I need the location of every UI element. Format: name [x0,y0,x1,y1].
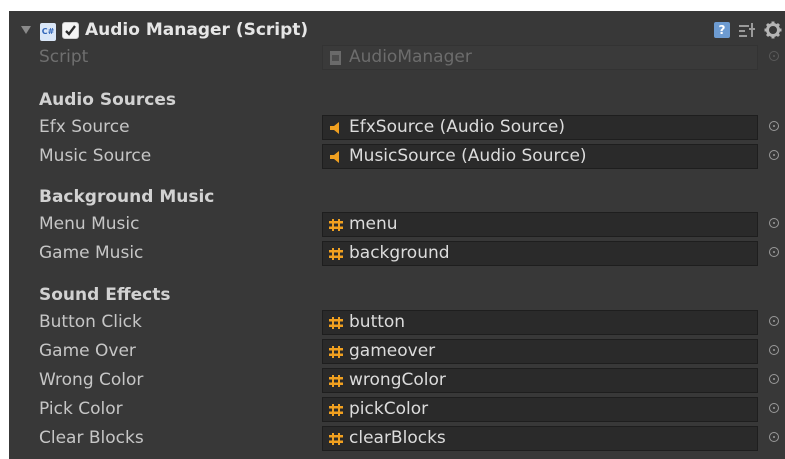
component-enabled-checkbox[interactable] [62,22,79,39]
object-picker-icon[interactable] [769,218,779,228]
field-row: Wrong Color wrongColor [9,366,785,395]
field-label: Clear Blocks [39,428,144,448]
audio-clip-icon [329,433,343,445]
audio-clip-icon [329,346,343,358]
audio-clip-icon [329,248,343,260]
field-label: Wrong Color [39,370,144,390]
field-label: Game Music [39,243,144,263]
game-over-field[interactable]: gameover [322,339,758,364]
field-value: background [349,243,450,263]
object-picker-icon[interactable] [769,345,779,355]
component-title: Audio Manager (Script) [85,20,309,40]
object-picker-icon[interactable] [769,121,779,131]
field-row: Button Click button [9,308,785,337]
field-value: MusicSource (Audio Source) [349,146,587,166]
field-label: Button Click [39,312,142,332]
component-header: C# Audio Manager (Script) ? [9,11,785,47]
pick-color-field[interactable]: pickColor [322,397,758,422]
field-value: clearBlocks [349,428,446,448]
field-value: menu [349,214,398,234]
clear-blocks-field[interactable]: clearBlocks [322,426,758,451]
inspector-panel: C# Audio Manager (Script) ? Script Audio… [9,11,785,459]
help-book-icon[interactable]: ? [714,22,730,38]
button-click-field[interactable]: button [322,310,758,335]
field-row: Efx Source EfxSource (Audio Source) [9,113,785,142]
checkmark-icon [65,25,76,36]
field-row: Pick Color pickColor [9,395,785,424]
field-row: Game Over gameover [9,337,785,366]
object-picker-icon[interactable] [769,247,779,257]
csharp-script-icon: C# [40,23,56,41]
script-object-picker [769,51,779,61]
field-label: Game Over [39,341,136,361]
section-header-audio-sources: Audio Sources [39,90,176,110]
field-row: Menu Music menu [9,210,785,239]
menu-music-field[interactable]: menu [322,212,758,237]
audio-clip-icon [329,375,343,387]
script-field: AudioManager [322,45,758,70]
presets-icon[interactable] [738,22,756,38]
section-header-sound-effects: Sound Effects [39,285,171,305]
field-value: EfxSource (Audio Source) [349,117,565,137]
music-source-field[interactable]: MusicSource (Audio Source) [322,144,758,169]
field-row: Clear Blocks clearBlocks [9,424,785,453]
field-value: button [349,312,406,332]
object-picker-icon[interactable] [769,316,779,326]
game-music-field[interactable]: background [322,241,758,266]
script-value: AudioManager [349,47,472,67]
field-value: pickColor [349,399,429,419]
script-label: Script [39,47,89,67]
field-row: Music Source MusicSource (Audio Source) [9,142,785,171]
field-label: Menu Music [39,214,140,234]
object-picker-icon[interactable] [769,403,779,413]
field-label: Efx Source [39,117,130,137]
audio-clip-icon [329,317,343,329]
audio-clip-icon [329,404,343,416]
audio-source-icon [330,122,339,134]
wrong-color-field[interactable]: wrongColor [322,368,758,393]
field-value: gameover [349,341,436,361]
gear-icon[interactable] [764,21,782,39]
audio-source-icon [330,151,339,163]
section-header-background-music: Background Music [39,187,215,207]
object-picker-icon[interactable] [769,432,779,442]
audio-clip-icon [329,219,343,231]
object-picker-icon[interactable] [769,150,779,160]
script-row: Script AudioManager [9,43,785,72]
object-picker-icon[interactable] [769,374,779,384]
field-row: Game Music background [9,239,785,268]
efx-source-field[interactable]: EfxSource (Audio Source) [322,115,758,140]
foldout-arrow-icon[interactable] [21,26,31,34]
script-file-icon [330,51,341,65]
field-label: Music Source [39,146,152,166]
field-label: Pick Color [39,399,123,419]
field-value: wrongColor [349,370,446,390]
